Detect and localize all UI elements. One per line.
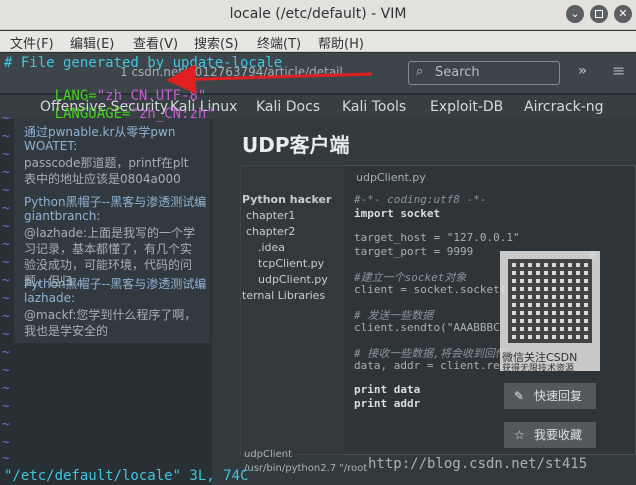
menu-edit[interactable]: 编辑(E) <box>70 33 114 52</box>
minimize-button[interactable]: ⌄ <box>566 5 584 23</box>
watermark: http://blog.csdn.net/st415 <box>368 456 588 472</box>
menu-terminal[interactable]: 终端(T) <box>257 33 301 52</box>
terminal-area[interactable]: 1 csdn.net/u012763794/article/detail ⌕ S… <box>0 53 636 485</box>
window-title: locale (/etc/default) - VIM <box>229 6 407 22</box>
menu-bar: 文件(F) 编辑(E) 查看(V) 搜索(S) 终端(T) 帮助(H) <box>0 31 636 52</box>
menu-help[interactable]: 帮助(H) <box>318 33 364 52</box>
menu-view[interactable]: 查看(V) <box>133 33 178 52</box>
menu-search[interactable]: 搜索(S) <box>194 33 238 52</box>
window-titlebar[interactable]: locale (/etc/default) - VIM ⌄ ✕ <box>0 0 636 30</box>
close-button[interactable]: ✕ <box>614 5 632 23</box>
annotation-arrow <box>166 64 373 95</box>
menu-file[interactable]: 文件(F) <box>10 33 54 52</box>
maximize-button[interactable] <box>590 5 608 23</box>
vim-status-line: "/etc/default/locale" 3L, 74C <box>4 468 249 484</box>
